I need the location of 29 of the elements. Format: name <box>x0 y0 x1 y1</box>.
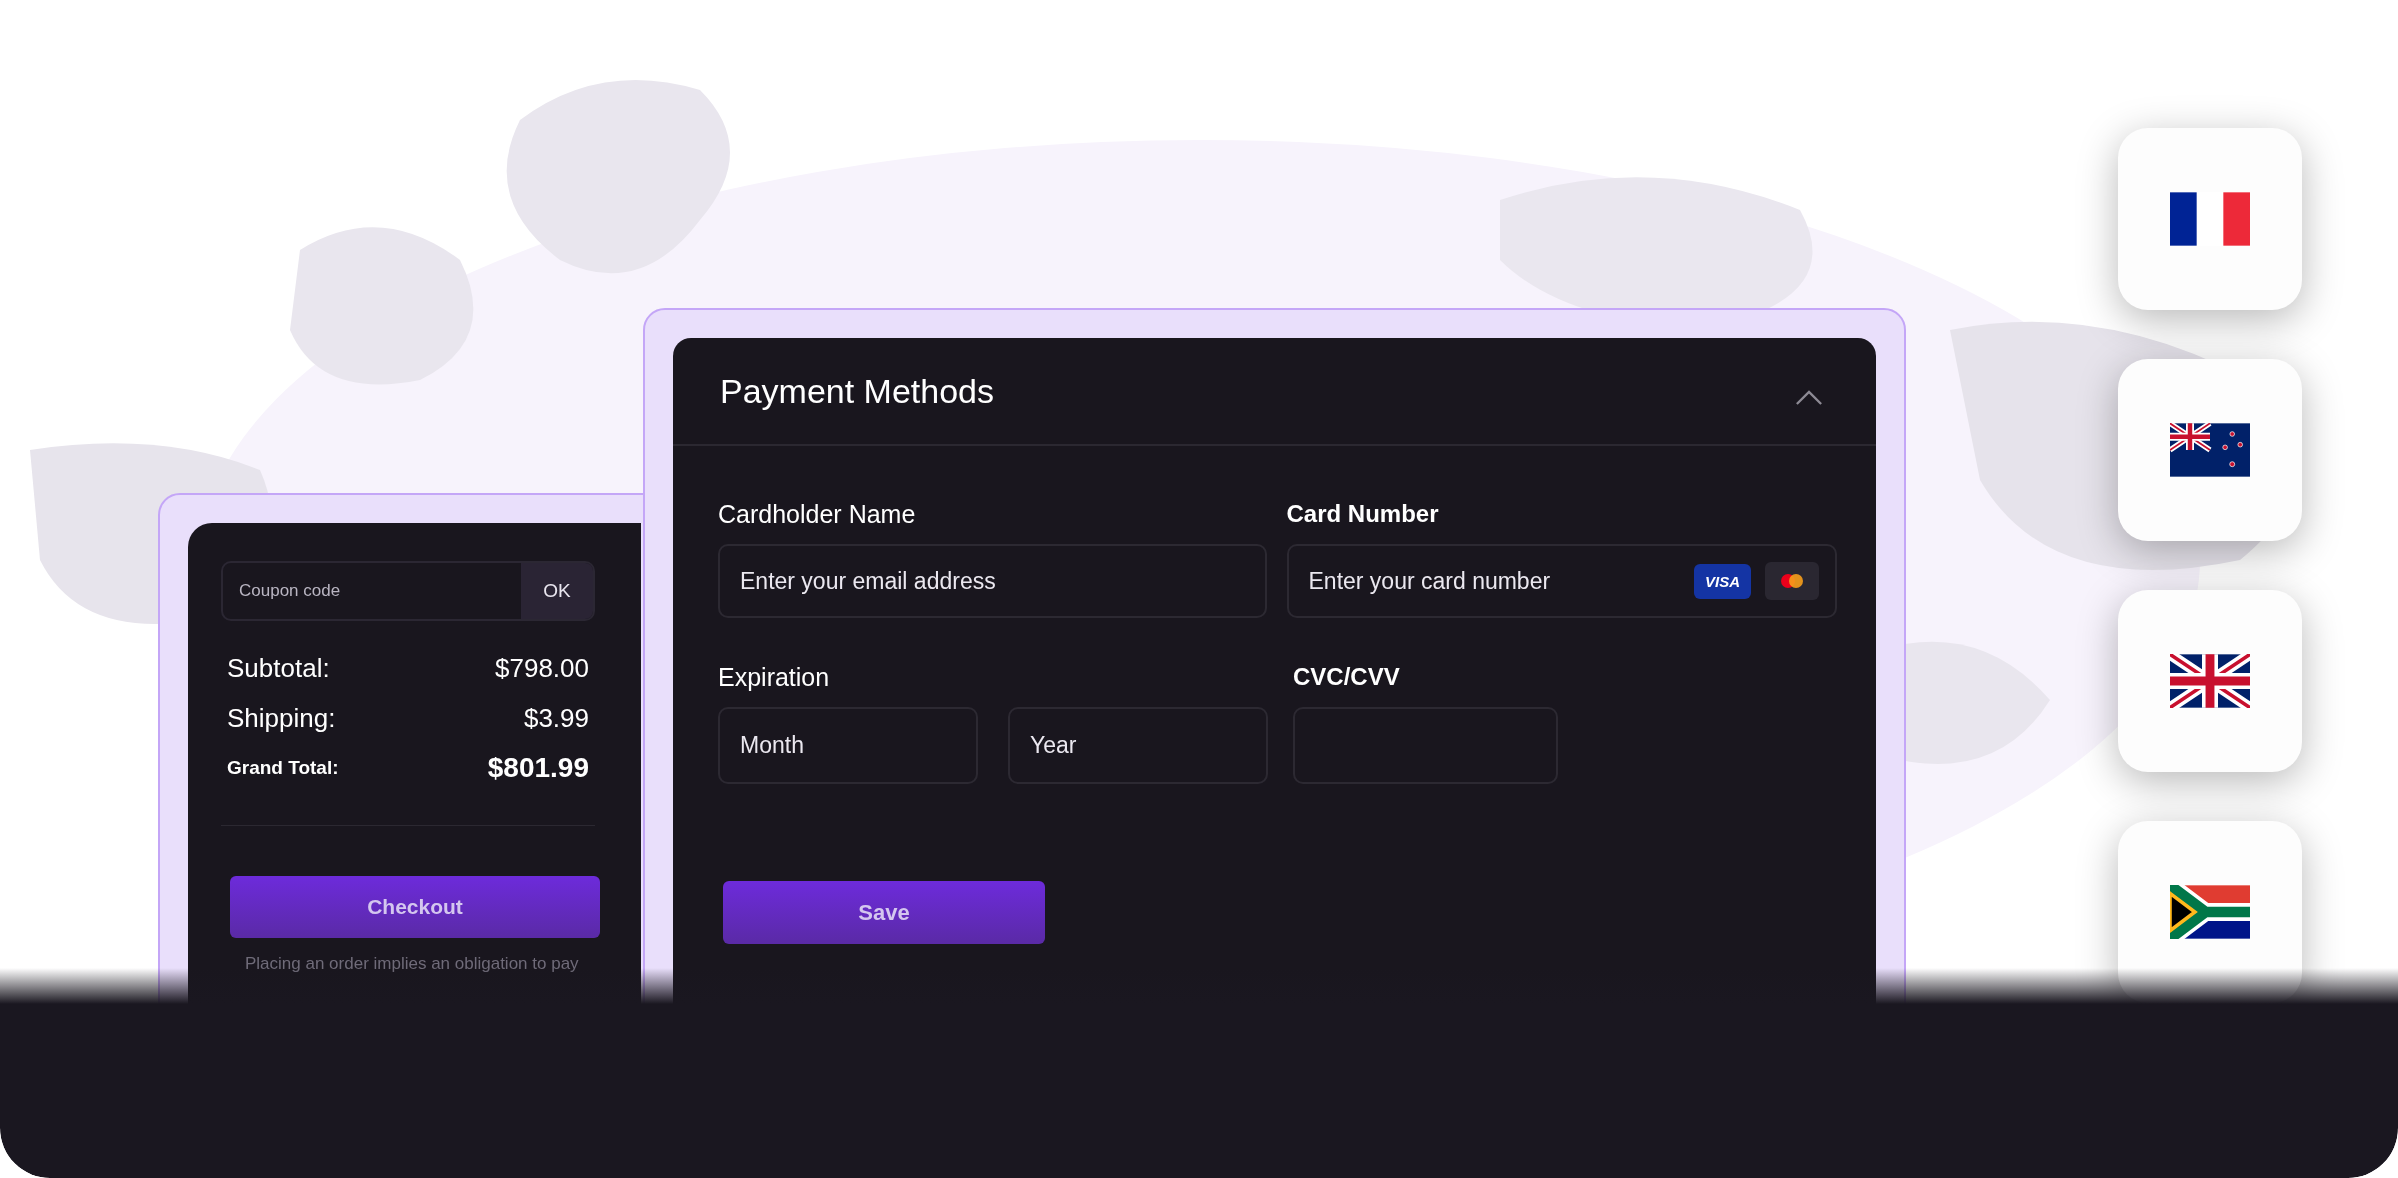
summary-value: $3.99 <box>523 702 589 734</box>
visa-badge: VISA <box>1694 563 1751 599</box>
flag-icon <box>2170 423 2250 477</box>
card-title: Payment Methods <box>720 371 995 411</box>
flag-tile[interactable] <box>2118 359 2302 541</box>
chevron-up-icon[interactable] <box>1795 388 1823 406</box>
save-button[interactable]: Save <box>723 881 1045 944</box>
name-field[interactable]: Enter your email address <box>718 544 1267 618</box>
field-label: Cardholder Name <box>718 500 917 530</box>
flag-tile[interactable] <box>2118 590 2302 772</box>
field-label: CVC/CVV <box>1293 663 1401 692</box>
card-number-field[interactable]: Enter your card number VISA <box>1286 544 1837 618</box>
summary-label: Grand Total: <box>227 757 339 779</box>
summary-label: Subtotal: <box>227 652 330 684</box>
summary-value: $798.00 <box>495 652 589 684</box>
field-label: Card Number <box>1286 500 1440 529</box>
order-note: Placing an order implies an obligation to pay <box>245 954 580 974</box>
flag-tile[interactable] <box>2118 128 2302 310</box>
flag-tile[interactable] <box>2118 821 2302 1003</box>
checkout-button[interactable]: Checkout <box>230 876 600 938</box>
flag-icon <box>2170 885 2250 939</box>
year-field[interactable]: Year <box>1008 707 1268 784</box>
field-label: Expiration <box>718 663 831 693</box>
month-field[interactable]: Month <box>718 707 978 784</box>
flag-icon <box>2170 192 2250 246</box>
summary-label: Shipping: <box>227 702 336 734</box>
flag-icon <box>2170 654 2250 708</box>
summary-value: $801.99 <box>487 752 589 784</box>
mastercard-icon <box>1765 562 1819 600</box>
